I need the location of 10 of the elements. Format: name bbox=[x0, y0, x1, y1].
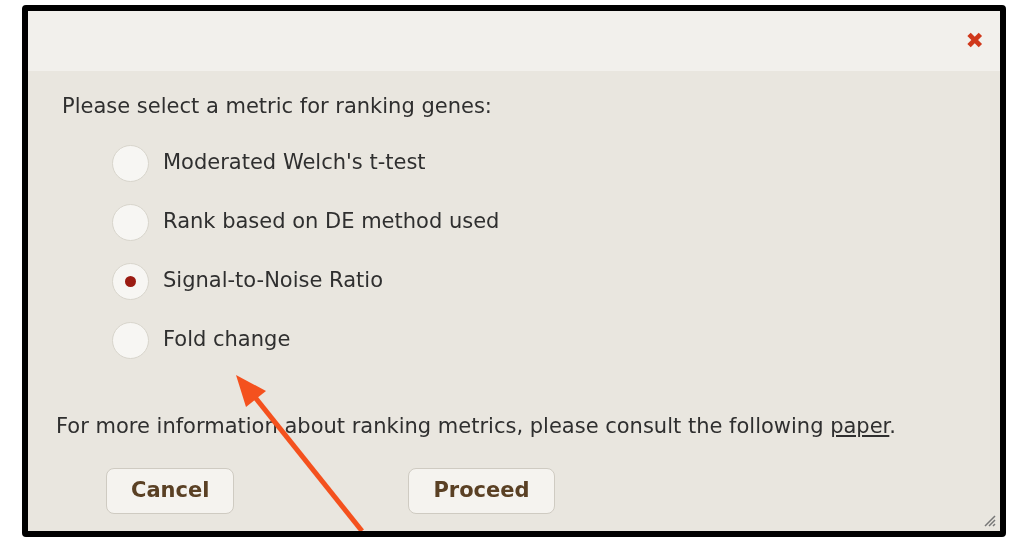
option-label[interactable]: Fold change bbox=[163, 324, 291, 356]
option-label[interactable]: Rank based on DE method used bbox=[163, 206, 500, 238]
paper-link[interactable]: paper bbox=[830, 413, 890, 438]
close-icon[interactable]: ✖ bbox=[965, 30, 984, 52]
option-label[interactable]: Signal-to-Noise Ratio bbox=[163, 265, 383, 297]
prompt-text: Please select a metric for ranking genes: bbox=[62, 93, 493, 120]
option-label[interactable]: Moderated Welch's t-test bbox=[163, 147, 426, 179]
cancel-button[interactable]: Cancel bbox=[106, 468, 235, 514]
info-text: For more information about ranking metrics, please consult the following paper. bbox=[56, 412, 897, 440]
proceed-button[interactable]: Proceed bbox=[408, 468, 555, 514]
